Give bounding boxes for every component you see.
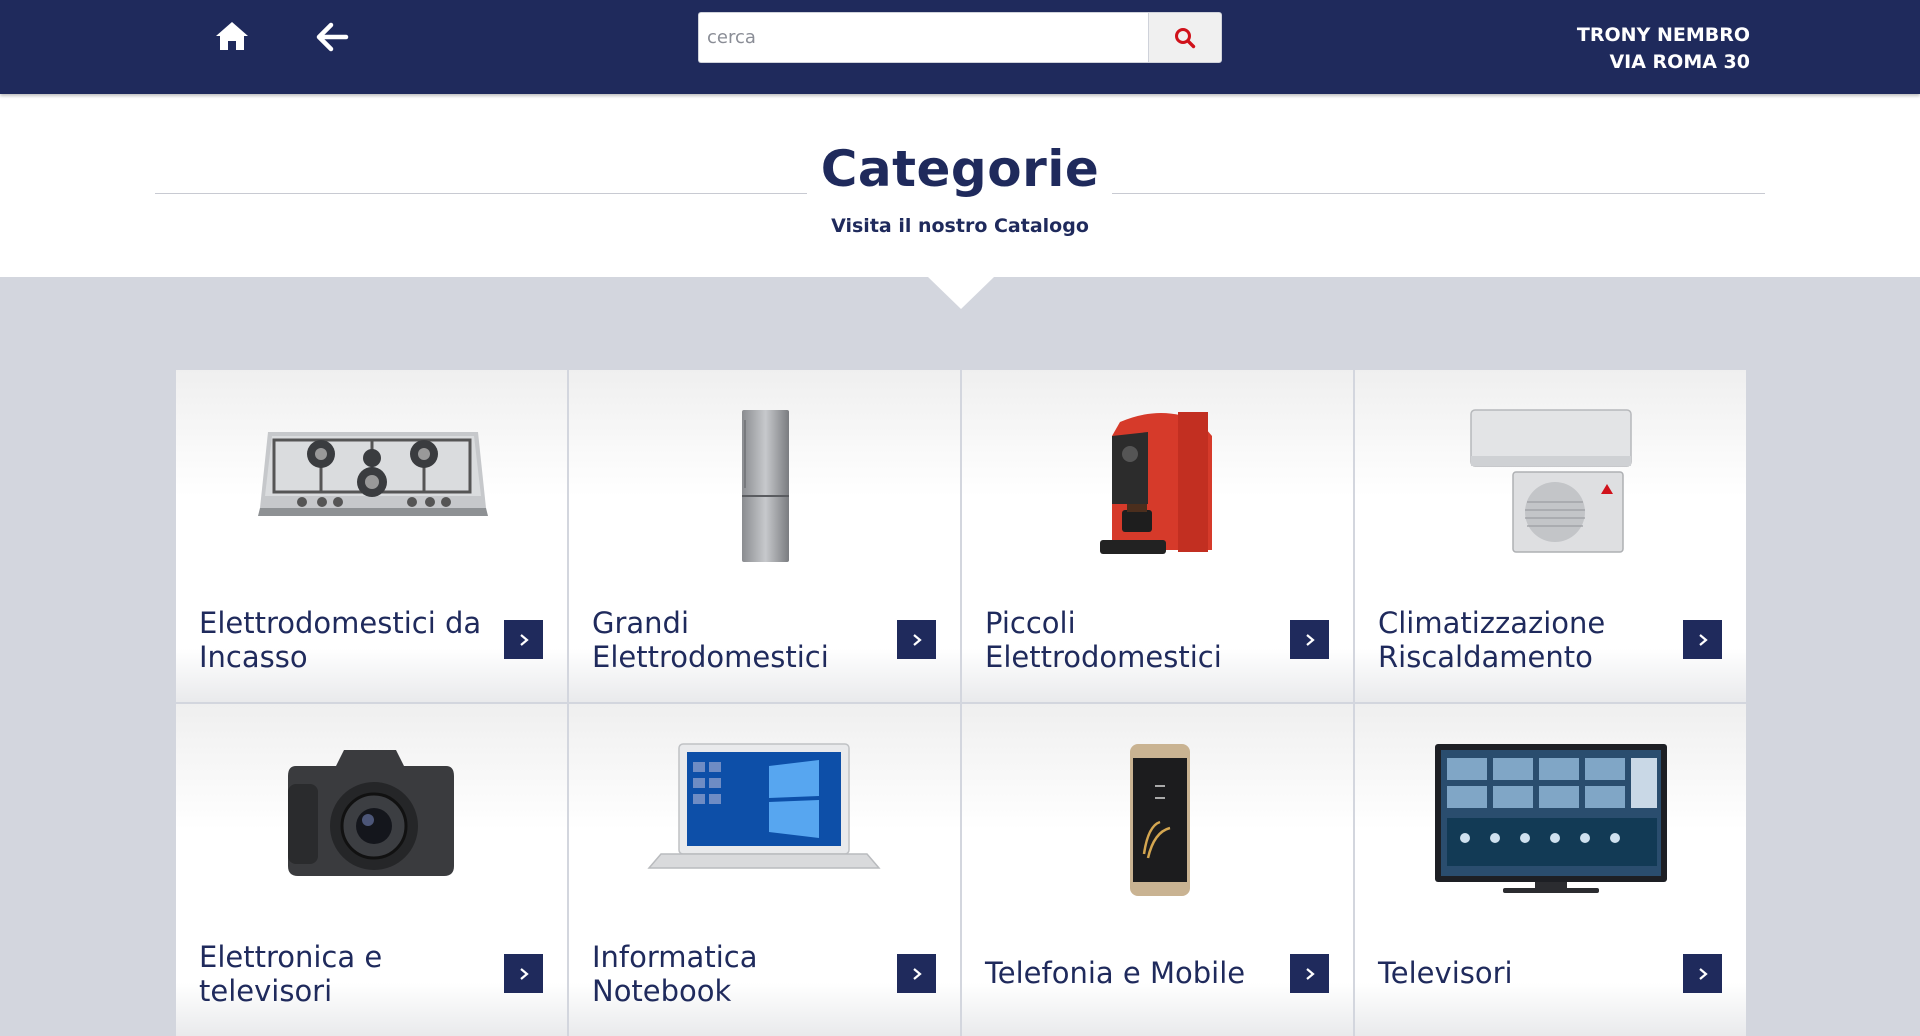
search-bar <box>698 12 1222 63</box>
top-navigation-bar: TRONY NEMBRO VIA ROMA 30 <box>0 0 1920 94</box>
camera-image <box>288 750 454 876</box>
category-card-elettrodomestici-da-incasso[interactable]: Elettrodomestici da Incasso <box>176 370 567 702</box>
home-icon[interactable] <box>215 19 249 53</box>
header-pointer-notch <box>928 277 994 309</box>
chevron-right-icon[interactable] <box>504 620 543 659</box>
store-info: TRONY NEMBRO VIA ROMA 30 <box>1577 22 1750 76</box>
television-image <box>1435 744 1667 893</box>
search-button[interactable] <box>1148 12 1222 63</box>
search-input[interactable] <box>698 12 1148 63</box>
category-label: Elettronica e televisori <box>199 940 383 1008</box>
chevron-right-icon[interactable] <box>1683 954 1722 993</box>
category-card-telefonia-e-mobile[interactable]: Telefonia e Mobile <box>962 704 1353 1036</box>
category-card-grandi-elettrodomestici[interactable]: Grandi Elettrodomestici <box>569 370 960 702</box>
back-arrow-icon[interactable] <box>316 22 350 52</box>
search-icon <box>1175 27 1196 48</box>
category-grid: Elettrodomestici da Incasso Grandi Elett… <box>176 370 1746 1036</box>
category-label: Televisori <box>1378 956 1513 990</box>
air-conditioner-image <box>1470 409 1632 553</box>
chevron-right-icon[interactable] <box>897 620 936 659</box>
coffee-machine-image <box>1100 412 1212 554</box>
chevron-right-icon[interactable] <box>897 954 936 993</box>
category-card-elettronica-e-televisori[interactable]: Elettronica e televisori <box>176 704 567 1036</box>
chevron-right-icon[interactable] <box>1290 954 1329 993</box>
category-label: Informatica Notebook <box>592 940 758 1008</box>
category-card-televisori[interactable]: Televisori <box>1355 704 1746 1036</box>
category-label: Piccoli Elettrodomestici <box>985 606 1222 674</box>
category-label: Elettrodomestici da Incasso <box>199 606 482 674</box>
refrigerator-image <box>742 410 789 562</box>
category-card-piccoli-elettrodomestici[interactable]: Piccoli Elettrodomestici <box>962 370 1353 702</box>
categories-header: Categorie Visita il nostro Catalogo <box>0 94 1920 277</box>
category-label: Grandi Elettrodomestici <box>592 606 829 674</box>
category-label: Telefonia e Mobile <box>985 956 1246 990</box>
category-label: Climatizzazione Riscaldamento <box>1378 606 1606 674</box>
store-address: VIA ROMA 30 <box>1609 51 1750 73</box>
category-card-climatizzazione-riscaldamento[interactable]: Climatizzazione Riscaldamento <box>1355 370 1746 702</box>
chevron-right-icon[interactable] <box>504 954 543 993</box>
gas-hob-image <box>258 432 488 516</box>
chevron-right-icon[interactable] <box>1290 620 1329 659</box>
store-name: TRONY NEMBRO <box>1576 24 1750 46</box>
smartphone-image <box>1130 744 1190 896</box>
category-card-informatica-notebook[interactable]: Informatica Notebook <box>569 704 960 1036</box>
page-subtitle: Visita il nostro Catalogo <box>831 215 1089 237</box>
laptop-image <box>647 743 881 869</box>
page-title: Categorie <box>820 140 1100 198</box>
chevron-right-icon[interactable] <box>1683 620 1722 659</box>
